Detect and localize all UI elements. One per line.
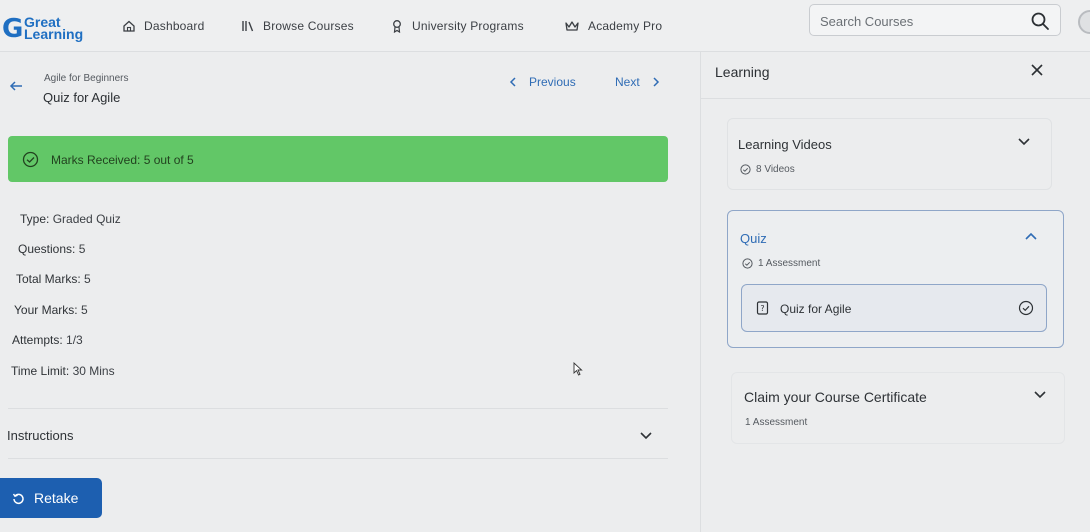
quiz-item[interactable]: ? Quiz for Agile xyxy=(741,284,1047,332)
detail-label: Type: xyxy=(20,212,50,226)
award-icon xyxy=(393,20,401,33)
page-title: Quiz for Agile xyxy=(43,90,121,105)
section-title: Quiz xyxy=(740,231,767,246)
detail-your-marks: Your Marks: 5 xyxy=(14,303,88,317)
logo-mark: G xyxy=(2,14,24,44)
detail-value: 1/3 xyxy=(66,333,83,347)
breadcrumb[interactable]: Agile for Beginners xyxy=(44,73,129,84)
chevron-up-icon[interactable] xyxy=(1024,230,1038,242)
detail-type: Type: Graded Quiz xyxy=(20,212,121,226)
detail-attempts: Attempts: 1/3 xyxy=(12,333,83,347)
marks-banner: Marks Received: 5 out of 5 xyxy=(8,136,668,182)
detail-total-marks: Total Marks: 5 xyxy=(16,272,91,286)
detail-time-limit: Time Limit: 30 Mins xyxy=(11,364,115,378)
nav-browse-courses[interactable]: Browse Courses xyxy=(241,16,354,36)
close-icon[interactable] xyxy=(1030,63,1044,77)
logo-line2: Learning xyxy=(24,26,84,42)
next-label: Next xyxy=(615,75,640,89)
nav-university-label: University Programs xyxy=(412,19,524,33)
section-subtitle: 1 Assessment xyxy=(742,258,820,269)
panel-separator xyxy=(700,52,701,532)
divider xyxy=(8,458,668,459)
nav-dashboard-label: Dashboard xyxy=(144,19,205,33)
search-icon[interactable] xyxy=(1030,11,1050,31)
marks-received-text: Marks Received: 5 out of 5 xyxy=(51,153,194,167)
section-count: 1 Assessment xyxy=(758,258,821,269)
chevron-down-icon[interactable] xyxy=(1017,136,1031,148)
retake-label: Retake xyxy=(34,490,79,506)
svg-text:?: ? xyxy=(760,304,764,313)
section-learning-videos[interactable] xyxy=(727,118,1052,190)
check-circle-icon xyxy=(740,164,751,175)
section-count: 8 Videos xyxy=(756,164,795,175)
detail-questions: Questions: 5 xyxy=(18,242,85,256)
section-title: Learning Videos xyxy=(738,137,832,152)
search-input[interactable] xyxy=(820,11,1020,31)
chevron-left-icon xyxy=(509,77,516,87)
panel-title: Learning xyxy=(715,64,770,80)
check-circle-icon xyxy=(1018,300,1034,316)
nav-academy-label: Academy Pro xyxy=(588,19,663,33)
previous-label: Previous xyxy=(529,75,576,89)
crown-icon xyxy=(565,21,579,31)
great-learning-logo[interactable]: G Great Learning xyxy=(2,12,88,44)
search-box[interactable] xyxy=(809,4,1061,36)
nav-academy-pro[interactable]: Academy Pro xyxy=(564,16,662,36)
back-arrow-icon[interactable] xyxy=(8,78,24,94)
retake-icon xyxy=(12,493,24,504)
chevron-down-icon[interactable] xyxy=(1033,389,1047,401)
detail-value: 5 xyxy=(84,272,91,286)
previous-button[interactable]: Previous xyxy=(507,75,576,89)
detail-value: 5 xyxy=(80,303,88,317)
instructions-toggle[interactable]: Instructions xyxy=(7,428,73,443)
library-icon xyxy=(242,21,254,32)
section-certificate[interactable] xyxy=(731,372,1065,444)
chevron-down-icon[interactable] xyxy=(639,428,653,442)
detail-label: Your Marks: xyxy=(14,303,78,317)
section-count: 1 Assessment xyxy=(745,417,808,428)
next-button[interactable]: Next xyxy=(615,75,662,89)
detail-label: Attempts: xyxy=(12,333,63,347)
profile-avatar[interactable] xyxy=(1078,10,1090,34)
quiz-document-icon: ? xyxy=(756,301,769,315)
check-circle-icon xyxy=(22,151,39,168)
top-navbar: G Great Learning Dashboard Browse Course… xyxy=(0,0,1090,52)
nav-university-programs[interactable]: University Programs xyxy=(390,16,524,36)
mouse-cursor-icon xyxy=(573,362,583,376)
home-icon xyxy=(123,20,135,32)
detail-value: 30 Mins xyxy=(72,364,115,378)
detail-label: Time Limit: xyxy=(11,364,70,378)
quiz-item-label: Quiz for Agile xyxy=(780,302,852,316)
detail-label: Total Marks: xyxy=(16,272,81,286)
retake-button[interactable]: Retake xyxy=(0,478,102,518)
check-circle-icon xyxy=(742,258,753,269)
nav-dashboard[interactable]: Dashboard xyxy=(122,16,205,36)
detail-value: Graded Quiz xyxy=(52,212,121,226)
divider xyxy=(8,408,668,409)
section-title: Claim your Course Certificate xyxy=(744,389,927,405)
section-subtitle: 8 Videos xyxy=(740,164,795,175)
divider xyxy=(700,98,1090,99)
detail-label: Questions: xyxy=(18,242,76,256)
section-subtitle: 1 Assessment xyxy=(745,417,807,428)
nav-browse-label: Browse Courses xyxy=(263,19,354,33)
detail-value: 5 xyxy=(78,242,86,256)
chevron-right-icon xyxy=(653,77,659,87)
